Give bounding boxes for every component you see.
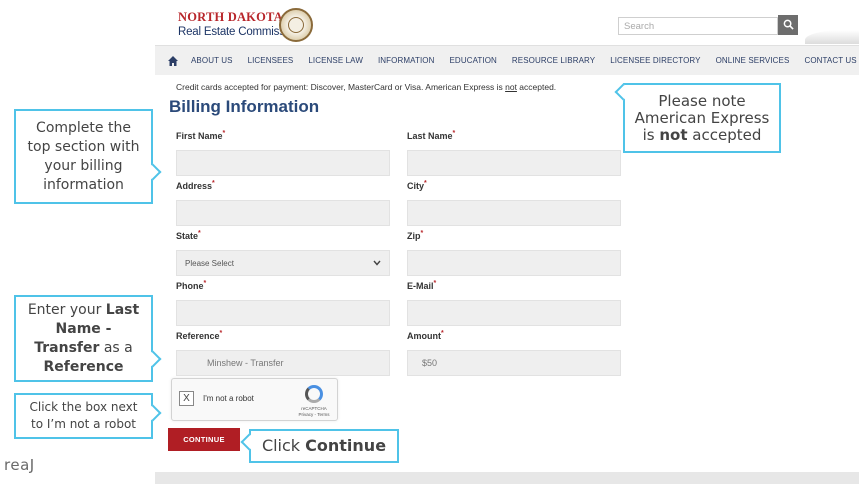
- search-icon: [783, 19, 794, 30]
- first-name-label: First Name*: [176, 130, 226, 141]
- page-title: Billing Information: [169, 97, 320, 116]
- nav-education[interactable]: EDUCATION: [450, 56, 497, 65]
- continue-button[interactable]: CONTINUE: [168, 428, 240, 451]
- city-field[interactable]: [407, 200, 621, 226]
- zip-field[interactable]: [407, 250, 621, 276]
- search-input[interactable]: Search: [618, 17, 778, 35]
- zip-label: Zip*: [407, 230, 424, 241]
- nav-license-law[interactable]: LICENSE LAW: [308, 56, 363, 65]
- state-select[interactable]: Please Select: [176, 250, 390, 276]
- amex-callout: Please note American Express is not acce…: [614, 83, 781, 153]
- main-nav: ABOUT US LICENSEES LICENSE LAW INFORMATI…: [155, 45, 859, 75]
- page-footer-strip: [155, 472, 859, 484]
- recaptcha-label: I'm not a robot: [203, 394, 254, 403]
- nav-licensees[interactable]: LICENSEES: [248, 56, 294, 65]
- nav-licensee-directory[interactable]: LICENSEE DIRECTORY: [610, 56, 700, 65]
- nav-online-services[interactable]: ONLINE SERVICES: [716, 56, 790, 65]
- recaptcha-checkbox[interactable]: X: [179, 391, 194, 406]
- site-header: NORTH DAKOTA Real Estate Commission Sear…: [155, 0, 859, 45]
- recaptcha-icon: [305, 385, 323, 403]
- address-field[interactable]: [176, 200, 390, 226]
- phone-field[interactable]: [176, 300, 390, 326]
- nav-contact-us[interactable]: CONTACT US: [804, 56, 856, 65]
- reference-callout: Enter your Last Name - Transfer as a Ref…: [14, 295, 162, 382]
- phone-label: Phone*: [176, 280, 207, 291]
- brand-watermark: reaJ: [4, 456, 35, 474]
- home-icon[interactable]: [167, 54, 179, 68]
- address-label: Address*: [176, 180, 215, 191]
- amount-field[interactable]: $50: [407, 350, 621, 376]
- city-label: City*: [407, 180, 427, 191]
- reference-field[interactable]: Minshew - Transfer: [176, 350, 390, 376]
- payment-notice: Credit cards accepted for payment: Disco…: [176, 82, 557, 92]
- state-select-value: Please Select: [185, 258, 234, 268]
- email-field[interactable]: [407, 300, 621, 326]
- recaptcha-brand: reCAPTCHA Privacy - Terms: [298, 406, 330, 417]
- top-section-callout: Complete the top section with your billi…: [14, 109, 162, 204]
- recaptcha-widget: X I'm not a robot reCAPTCHA Privacy - Ter…: [171, 378, 338, 421]
- search-button[interactable]: [778, 15, 798, 35]
- reference-label: Reference*: [176, 330, 223, 341]
- web-page: NORTH DAKOTA Real Estate Commission Sear…: [155, 0, 859, 472]
- header-decoration: [805, 30, 859, 44]
- email-label: E-Mail*: [407, 280, 437, 291]
- amount-label: Amount*: [407, 330, 444, 341]
- nav-information[interactable]: INFORMATION: [378, 56, 435, 65]
- last-name-label: Last Name*: [407, 130, 456, 141]
- robot-callout: Click the box next to I’m not a robot: [14, 393, 162, 439]
- continue-callout: Click Continue: [240, 429, 399, 463]
- nav-resource-library[interactable]: RESOURCE LIBRARY: [512, 56, 595, 65]
- state-seal-icon: [279, 8, 313, 42]
- first-name-field[interactable]: [176, 150, 390, 176]
- state-label: State*: [176, 230, 201, 241]
- nav-about-us[interactable]: ABOUT US: [191, 56, 233, 65]
- chevron-down-icon: [373, 260, 381, 266]
- last-name-field[interactable]: [407, 150, 621, 176]
